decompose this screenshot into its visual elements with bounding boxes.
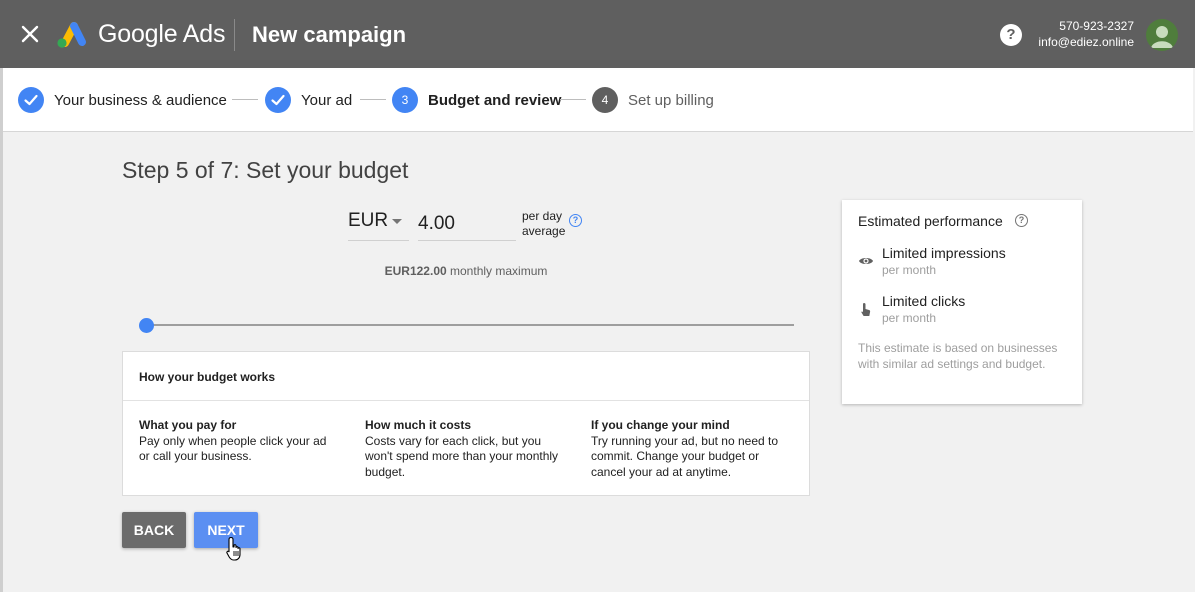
step-title: Step 5 of 7: Set your budget	[122, 157, 409, 183]
hand-cursor-icon	[226, 536, 241, 561]
account-info[interactable]: 570-923-2327 info@ediez.online	[1038, 18, 1134, 50]
info-column-change: If you change your mind Try running your…	[591, 418, 787, 480]
step-complete-check-icon	[265, 87, 291, 113]
close-icon[interactable]	[18, 22, 42, 46]
step-label: Your business & audience	[54, 91, 227, 109]
avatar[interactable]	[1146, 19, 1178, 51]
step-connector	[232, 99, 258, 100]
budget-slider-track[interactable]	[146, 324, 794, 326]
daily-budget-input[interactable]	[418, 207, 516, 241]
info-divider	[123, 400, 809, 401]
dropdown-caret-icon	[392, 219, 402, 224]
header-divider	[234, 19, 235, 51]
info-column-body: Try running your ad, but no need to comm…	[591, 433, 779, 479]
step-billing[interactable]: 4 Set up billing	[592, 87, 714, 113]
average-text: average	[522, 224, 566, 238]
monthly-amount: EUR122.00	[384, 264, 447, 278]
budget-slider-thumb[interactable]	[139, 318, 154, 333]
impressions-label: Limited impressions	[882, 245, 1006, 261]
step-budget-review[interactable]: 3 Budget and review	[392, 87, 561, 113]
step-your-ad[interactable]: Your ad	[265, 87, 352, 113]
step-connector	[560, 99, 586, 100]
step-business-audience[interactable]: Your business & audience	[18, 87, 227, 113]
budget-period-label: per day average	[522, 209, 565, 239]
help-icon[interactable]: ?	[1000, 24, 1022, 46]
back-button[interactable]: BACK	[122, 512, 186, 548]
performance-title: Estimated performance	[858, 213, 1003, 229]
step-complete-check-icon	[18, 87, 44, 113]
eye-icon	[859, 258, 873, 264]
campaign-stepper: Your business & audience Your ad 3 Budge…	[3, 68, 1193, 132]
info-column-pay: What you pay for Pay only when people cl…	[139, 418, 335, 465]
account-phone: 570-923-2327	[1059, 19, 1134, 33]
clicks-sub: per month	[882, 311, 937, 325]
estimated-performance-card: Estimated performance ? Limited impressi…	[842, 200, 1082, 404]
info-column-body: Pay only when people click your ad or ca…	[139, 433, 327, 464]
monthly-maximum: EUR122.00 monthly maximum	[122, 264, 810, 278]
avatar-person-icon	[1151, 26, 1173, 48]
info-column-title: What you pay for	[139, 418, 237, 432]
step-number-badge: 3	[392, 87, 418, 113]
budget-info-card: How your budget works What you pay for P…	[122, 351, 810, 496]
info-column-title: How much it costs	[365, 418, 472, 432]
page-title: New campaign	[252, 22, 407, 47]
info-column-cost: How much it costs Costs vary for each cl…	[365, 418, 561, 480]
info-column-title: If you change your mind	[591, 418, 730, 432]
budget-help-icon[interactable]: ?	[569, 214, 582, 227]
step-label: Your ad	[301, 91, 353, 109]
step-label: Set up billing	[628, 91, 714, 109]
top-app-bar: Google Ads New campaign ? 570-923-2327 i…	[0, 0, 1195, 68]
info-column-body: Costs vary for each click, but you won't…	[365, 433, 559, 479]
step-label: Budget and review	[428, 91, 562, 109]
account-email: info@ediez.online	[1038, 35, 1134, 49]
brand-name: Google Ads	[98, 20, 226, 48]
impressions-sub: per month	[882, 263, 937, 277]
monthly-label: monthly maximum	[450, 264, 548, 278]
performance-note: This estimate is based on businesses wit…	[858, 341, 1058, 371]
currency-value: EUR	[348, 210, 389, 231]
per-day-text: per day	[522, 209, 563, 223]
step-connector	[360, 99, 386, 100]
currency-select[interactable]: EUR	[348, 207, 409, 241]
touch-click-icon	[861, 303, 871, 316]
step-number-badge: 4	[592, 87, 618, 113]
clicks-label: Limited clicks	[882, 293, 966, 309]
info-heading: How your budget works	[139, 370, 276, 384]
performance-help-icon[interactable]: ?	[1015, 214, 1028, 227]
google-ads-logo-icon	[57, 22, 86, 48]
help-glyph: ?	[1006, 26, 1016, 43]
